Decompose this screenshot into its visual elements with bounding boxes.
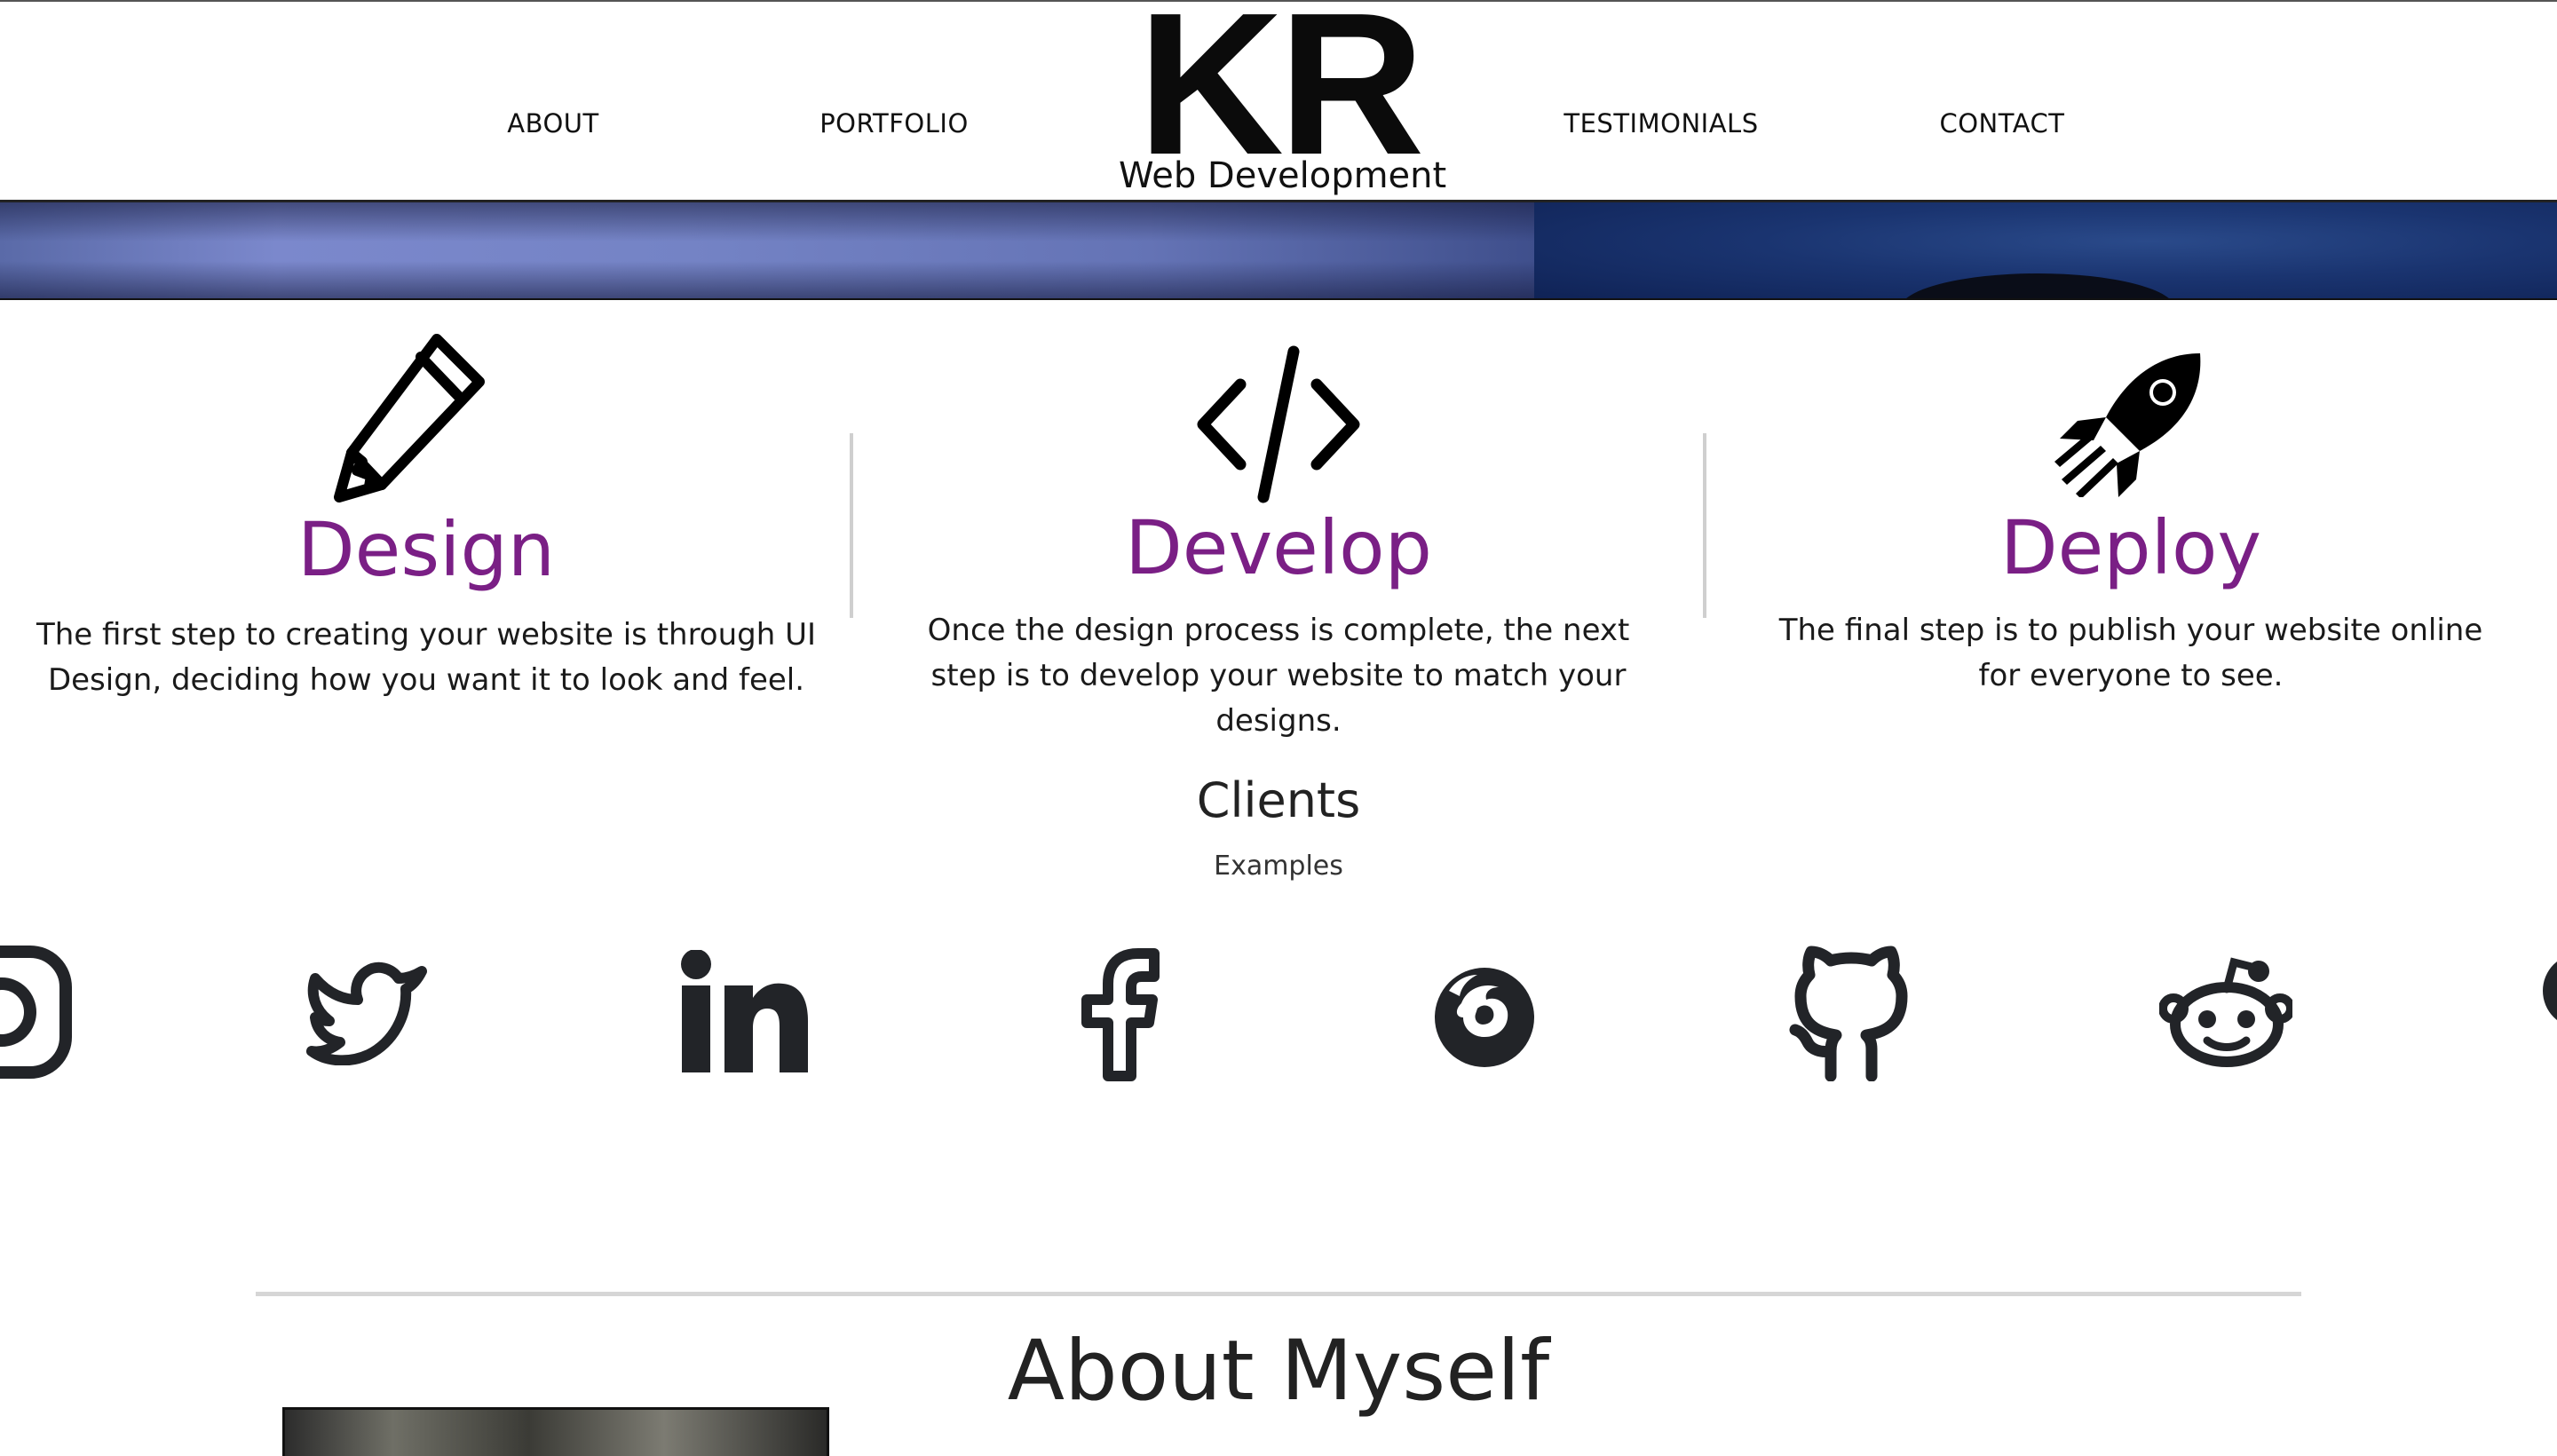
service-title: Design xyxy=(297,506,556,593)
nav-about-link[interactable]: ABOUT xyxy=(507,108,599,138)
rocket-icon xyxy=(2054,353,2201,497)
service-deploy: Deploy The final step is to publish your… xyxy=(1705,320,2557,719)
pencil-icon xyxy=(334,334,485,502)
nav-portfolio-link[interactable]: PORTFOLIO xyxy=(819,108,969,138)
logo-subtitle: Web Development xyxy=(1119,155,1447,196)
about-photo xyxy=(282,1407,829,1456)
service-description: The first step to creating your website … xyxy=(36,617,817,698)
github-icon[interactable] xyxy=(1785,939,1918,1081)
hero-banner xyxy=(0,202,2557,300)
page: ABOUT PORTFOLIO KR Web Development TESTI… xyxy=(0,0,2557,1456)
reddit-icon[interactable] xyxy=(2159,955,2292,1071)
section-divider xyxy=(256,1292,2301,1296)
nav-contact-link[interactable]: CONTACT xyxy=(1939,108,2064,138)
instagram-icon[interactable] xyxy=(0,941,73,1083)
twitter-icon[interactable] xyxy=(306,959,431,1065)
partial-logo-icon[interactable] xyxy=(2537,952,2557,1032)
firefox-icon[interactable] xyxy=(1431,964,1538,1069)
clients-subheading: Examples xyxy=(1214,851,1343,882)
service-title: Develop xyxy=(1125,504,1432,591)
service-design: Design The first step to creating your w… xyxy=(0,320,852,719)
site-header: ABOUT PORTFOLIO KR Web Development TESTI… xyxy=(0,0,2557,202)
logo-mark: KR xyxy=(1137,0,1424,197)
service-develop: Develop Once the design process is compl… xyxy=(852,320,1705,739)
hero-image-left xyxy=(0,202,1534,298)
service-description: Once the design process is complete, the… xyxy=(927,613,1630,739)
site-logo[interactable]: KR Web Development xyxy=(1119,0,1447,200)
code-icon xyxy=(1197,345,1360,503)
service-description: The final step is to publish your websit… xyxy=(1778,613,2483,693)
nav-testimonials-link[interactable]: TESTIMONIALS xyxy=(1563,108,1758,138)
facebook-icon[interactable] xyxy=(1073,946,1161,1081)
linkedin-icon[interactable] xyxy=(678,950,811,1074)
about-heading: About Myself xyxy=(1007,1323,1550,1420)
service-title: Deploy xyxy=(1999,504,2262,591)
clients-heading: Clients xyxy=(1196,772,1361,828)
